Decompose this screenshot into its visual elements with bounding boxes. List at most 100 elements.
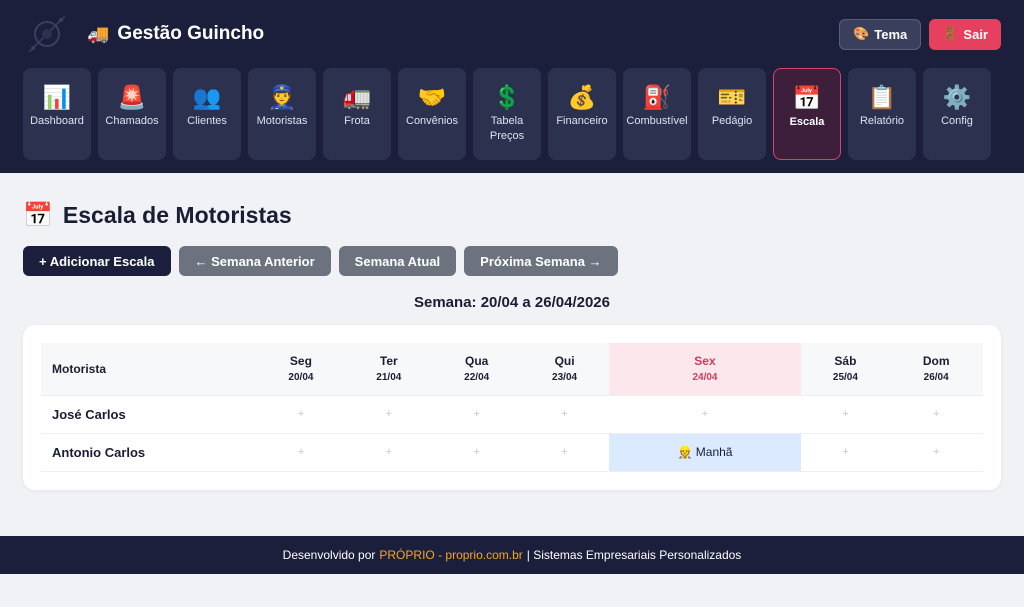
nav-item-clientes[interactable]: 👥 Clientes <box>173 68 241 160</box>
empty-slot-cell[interactable]: + <box>520 432 609 472</box>
empty-slot-cell[interactable]: + <box>520 394 609 433</box>
schedule-header-row: Motorista Seg 20/04 Ter 21/04 Qua 22/04 Qui 23/… <box>41 343 983 395</box>
nav-item-label: Frota <box>344 115 370 127</box>
previous-week-button[interactable]: ← Semana Anterior <box>178 246 331 276</box>
relatorio-icon: 📋 <box>867 84 897 110</box>
day-date: 20/04 <box>288 372 314 384</box>
frota-icon: 🚛 <box>342 84 372 110</box>
app-title-text: Gestão Guincho <box>117 23 265 44</box>
day-date: 21/04 <box>376 372 402 384</box>
nav-item-label: Relatório <box>859 115 905 127</box>
footer-brand-link[interactable]: PRÓPRIO - proprio.com.br <box>379 548 522 562</box>
day-name: Dom <box>922 354 950 369</box>
schedule-table: Motorista Seg 20/04 Ter 21/04 Qua 22/04 Qui 23/… <box>41 343 983 472</box>
day-date: 22/04 <box>464 372 490 384</box>
day-date: 24/04 <box>692 372 718 384</box>
theme-button[interactable]: 🎨 Tema <box>839 18 922 50</box>
day-name: Ter <box>379 354 398 369</box>
app-header: 🚚 Gestão Guincho 🎨 Tema 🚪 Sair 📊 Dashboar… <box>0 0 1024 173</box>
nav-item-financeiro[interactable]: 💰 Financeiro <box>548 68 616 160</box>
empty-slot-cell[interactable]: + <box>889 432 983 472</box>
day-name: Seg <box>289 354 312 369</box>
nav-item-escala[interactable]: 📅 Escala <box>773 68 841 160</box>
empty-slot-cell[interactable]: + <box>432 432 521 472</box>
nav-item-chamados[interactable]: 🚨 Chamados <box>98 68 166 160</box>
day-header-2: Qua 22/04 <box>432 343 521 395</box>
top-actions: 🎨 Tema 🚪 Sair <box>839 18 1001 50</box>
week-label: Semana: 20/04 a 26/04/2026 <box>414 294 610 311</box>
chamados-icon: 🚨 <box>117 84 147 110</box>
combustivel-icon: ⛽ <box>642 84 672 110</box>
page-title: 📅 Escala de Motoristas <box>23 200 1001 230</box>
nav-item-pedagio[interactable]: 🎫 Pedágio <box>698 68 766 160</box>
motoristas-icon: 👮 <box>267 84 297 110</box>
empty-slot-cell[interactable]: + <box>608 394 802 433</box>
day-name: Qua <box>465 354 489 369</box>
brand: 🚚 Gestão Guincho <box>23 12 264 56</box>
add-schedule-button[interactable]: + Adicionar Escala <box>23 246 171 276</box>
escala-icon: 📅 <box>792 85 822 111</box>
clientes-icon: 👥 <box>192 84 222 110</box>
nav-item-relatorio[interactable]: 📋 Relatório <box>848 68 916 160</box>
main-nav: 📊 Dashboard 🚨 Chamados 👥 Clientes 👮 Motoristas 🚛… <box>23 68 1001 160</box>
calendar-icon: 📅 <box>23 201 53 229</box>
tabela-precos-icon: 💲 <box>492 84 522 110</box>
day-header-4: Sex 24/04 <box>608 343 802 395</box>
financeiro-icon: 💰 <box>567 84 597 110</box>
driver-name: Antonio Carlos <box>41 432 257 472</box>
day-name: Qui <box>554 354 575 369</box>
driver-column-header: Motorista <box>41 343 257 395</box>
day-header-5: Sáb 25/04 <box>801 343 890 395</box>
empty-slot-cell[interactable]: + <box>889 394 983 433</box>
table-row: Antonio Carlos + + + + 👷 Manhã + + <box>41 432 983 472</box>
day-header-1: Ter 21/04 <box>344 343 433 395</box>
nav-item-label: Tabela Preços <box>489 115 525 142</box>
page-title-text: Escala de Motoristas <box>62 201 292 228</box>
empty-slot-cell[interactable]: + <box>801 432 890 472</box>
next-week-button[interactable]: Próxima Semana → <box>464 246 618 276</box>
empty-slot-cell[interactable]: + <box>257 432 345 472</box>
nav-item-label: Escala <box>789 116 825 128</box>
nav-item-config[interactable]: ⚙️ Config <box>923 68 991 160</box>
footer-prefix: Desenvolvido por <box>282 548 376 562</box>
main-content: 📅 Escala de Motoristas + Adicionar Escal… <box>0 200 1024 490</box>
config-icon: ⚙️ <box>942 84 972 110</box>
empty-slot-cell[interactable]: + <box>257 394 345 433</box>
footer-suffix: | Sistemas Empresariais Personalizados <box>526 548 742 562</box>
current-week-button[interactable]: Semana Atual <box>338 246 457 276</box>
nav-item-frota[interactable]: 🚛 Frota <box>323 68 391 160</box>
schedule-actions: + Adicionar Escala ← Semana Anterior Sem… <box>23 246 1001 276</box>
footer: Desenvolvido por PRÓPRIO - proprio.com.b… <box>0 536 1024 574</box>
driver-name: José Carlos <box>41 394 257 433</box>
nav-item-dashboard[interactable]: 📊 Dashboard <box>23 68 91 160</box>
top-bar: 🚚 Gestão Guincho 🎨 Tema 🚪 Sair <box>23 0 1001 68</box>
logout-button[interactable]: 🚪 Sair <box>929 18 1001 50</box>
schedule-card: Motorista Seg 20/04 Ter 21/04 Qua 22/04 Qui 23/… <box>23 325 1001 490</box>
nav-item-label: Chamados <box>105 115 159 127</box>
day-date: 26/04 <box>923 372 949 384</box>
nav-item-convenios[interactable]: 🤝 Convênios <box>398 68 466 160</box>
empty-slot-cell[interactable]: + <box>801 394 890 433</box>
theme-button-label: Tema <box>874 26 908 42</box>
empty-slot-cell[interactable]: + <box>432 394 521 433</box>
empty-slot-cell[interactable]: + <box>344 432 433 472</box>
nav-item-motoristas[interactable]: 👮 Motoristas <box>248 68 316 160</box>
pedagio-icon: 🎫 <box>717 84 747 110</box>
nav-item-combustivel[interactable]: ⛽ Combustível <box>623 68 691 160</box>
nav-item-label: Pedágio <box>711 115 753 127</box>
table-row: José Carlos + + + + + + + <box>41 394 983 433</box>
empty-slot-cell[interactable]: + <box>344 394 433 433</box>
nav-item-label: Combustível <box>626 115 688 127</box>
nav-item-label: Convênios <box>406 115 458 127</box>
logout-button-label: Sair <box>963 26 988 42</box>
nav-item-tabela-precos[interactable]: 💲 Tabela Preços <box>473 68 541 160</box>
door-icon: 🚪 <box>942 26 959 41</box>
dashboard-icon: 📊 <box>42 84 72 110</box>
nav-item-label: Financeiro <box>556 115 608 127</box>
day-header-0: Seg 20/04 <box>257 343 345 395</box>
day-name: Sáb <box>834 354 857 369</box>
convenios-icon: 🤝 <box>417 84 447 110</box>
shift-cell[interactable]: 👷 Manhã <box>608 432 802 472</box>
truck-icon: 🚚 <box>87 23 110 44</box>
palette-icon: 🎨 <box>853 26 870 41</box>
